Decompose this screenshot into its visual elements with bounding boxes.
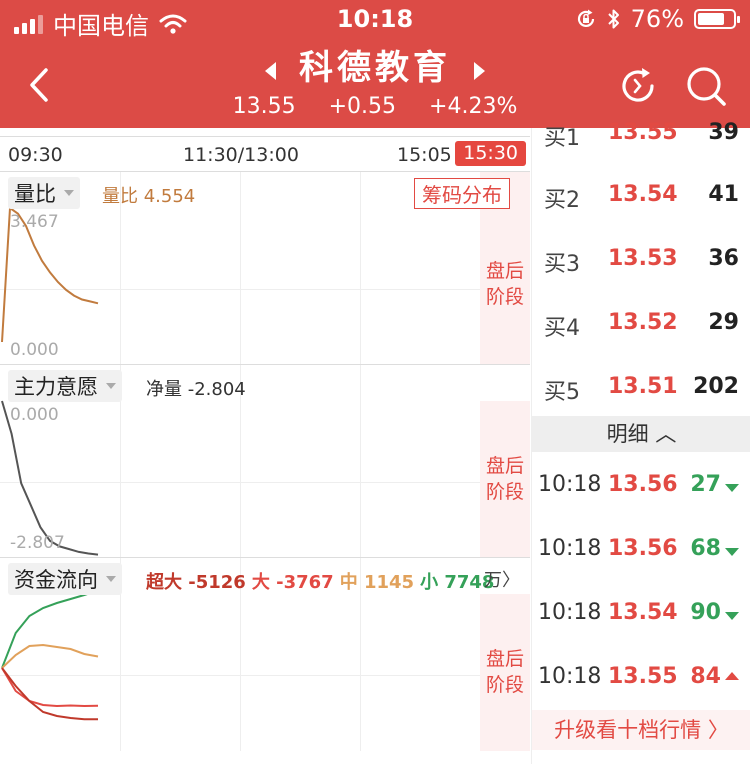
bid-volume: 29 [708,310,739,335]
net-volume-value: 净量 -2.804 [146,379,246,400]
flow-legend-item: 超大 -5126 [146,572,246,593]
tick-price: 13.56 [608,472,678,497]
arrow-down-icon [725,484,739,492]
chip-distribution-button[interactable]: 筹码分布 [414,178,510,209]
trade-tick-row: 10:18 13.54 90 [532,600,750,664]
bid-volume: 36 [708,246,739,271]
battery-fill [698,13,724,25]
chevron-down-icon [64,190,74,196]
after-hours-zone: 盘后 阶段 [480,401,530,557]
refresh-icon[interactable] [616,64,660,108]
arrow-up-icon [725,672,739,680]
volume-ratio-tab[interactable]: 量比 [8,177,80,209]
bid-row: 买1 13.55 39 [532,120,750,184]
bid-price: 13.54 [608,182,678,207]
arrow-down-icon [725,548,739,556]
fund-flow-pane: 盘后 阶段 资金流向 超大 -5126 大 -3767 中 1145 小 7748 万〉 [0,558,530,751]
time-axis: 09:30 11:30/13:00 15:05 - 15:30 [0,136,530,172]
bid-label: 买4 [544,316,580,341]
bid-row: 买5 13.51 202 [532,374,750,438]
price-change: +0.55 [328,94,397,119]
bid-row: 买4 13.52 29 [532,310,750,374]
chevron-down-icon [106,576,116,582]
super-large-order-series [1,667,98,721]
battery-icon [694,9,740,29]
bid-volume: 202 [693,374,739,399]
tick-price: 13.54 [608,600,678,625]
tick-time: 10:18 [538,664,602,689]
tick-time: 10:18 [538,472,602,497]
medium-order-series [1,643,99,669]
bluetooth-icon [607,9,619,29]
chevron-down-icon [106,383,116,389]
rotation-lock-icon [577,9,594,28]
fund-flow-tab[interactable]: 资金流向 [8,563,122,595]
bid-volume: 41 [708,182,739,207]
main-intent-tab[interactable]: 主力意愿 [8,370,122,402]
chevron-right-icon: 〉 [502,570,520,591]
tick-volume: 68 [690,536,721,561]
time-close: 15:30 [455,141,526,166]
trade-tick-row: 10:18 13.56 68 [532,536,750,600]
current-price: 13.55 [232,94,296,119]
intent-min-label: -2.807 [10,533,65,553]
fund-flow-legend: 超大 -5126 大 -3767 中 1145 小 7748 [146,568,500,594]
bid-row: 买3 13.53 36 [532,246,750,310]
small-order-series [1,589,99,669]
tick-time: 10:18 [538,536,602,561]
prev-stock-button[interactable] [264,61,276,80]
stock-header: 中国电信 10:18 76% 科德教育 13.55 +0.55 +4.23% [0,0,750,128]
tick-volume: 27 [690,472,721,497]
volume-ratio-value: 量比 4.554 [102,186,196,207]
bid-price: 13.55 [608,120,678,145]
search-icon[interactable] [684,64,728,108]
bid-label: 买2 [544,188,580,213]
arrow-down-icon [725,612,739,620]
intent-max-label: 0.000 [10,405,59,425]
status-bar: 中国电信 10:18 76% [0,0,750,40]
unit-selector[interactable]: 万〉 [484,566,520,592]
after-hours-zone: 盘后 阶段 [480,594,530,751]
tick-volume: 90 [690,600,721,625]
price-percent: +4.23% [429,94,518,119]
bid-price: 13.51 [608,374,678,399]
tick-price: 13.56 [608,536,678,561]
main-intent-pane: 盘后 阶段 主力意愿 净量 -2.804 0.000 -2.807 [0,365,530,558]
bid-row: 买2 13.54 41 [532,182,750,246]
trade-tick-row: 10:18 13.55 84 [532,664,750,728]
tick-volume: 84 [690,664,721,689]
flow-legend-item: 中 1145 [339,572,415,593]
order-book-panel: 明细 ︿ 升级看十档行情 〉 买1 13.55 39 买2 13.54 41 买3 13.53… [531,120,750,764]
intraday-chart-panel[interactable]: 09:30 11:30/13:00 15:05 - 15:30 盘后 阶段 量比 … [0,128,530,764]
bid-price: 13.53 [608,246,678,271]
tick-price: 13.55 [608,664,678,689]
bid-price: 13.52 [608,310,678,335]
bid-label: 买5 [544,380,580,405]
tick-time: 10:18 [538,600,602,625]
bid-label: 买1 [544,126,580,151]
stock-name: 科德教育 [299,48,451,88]
time-open: 09:30 [8,144,63,166]
bid-volume: 39 [708,120,739,145]
flow-legend-item: 大 -3767 [251,572,334,593]
time-midday: 11:30/13:00 [183,144,299,166]
next-stock-button[interactable] [474,61,486,80]
ratio-min-label: 0.000 [10,340,59,360]
volume-ratio-pane: 盘后 阶段 量比 量比 4.554 筹码分布 3.467 0.000 [0,172,530,365]
ratio-max-label: 3.467 [10,212,59,232]
bid-label: 买3 [544,252,580,277]
trade-tick-row: 10:18 13.56 27 [532,472,750,536]
battery-percent: 76% [630,5,684,33]
status-right-group: 76% [575,5,740,33]
